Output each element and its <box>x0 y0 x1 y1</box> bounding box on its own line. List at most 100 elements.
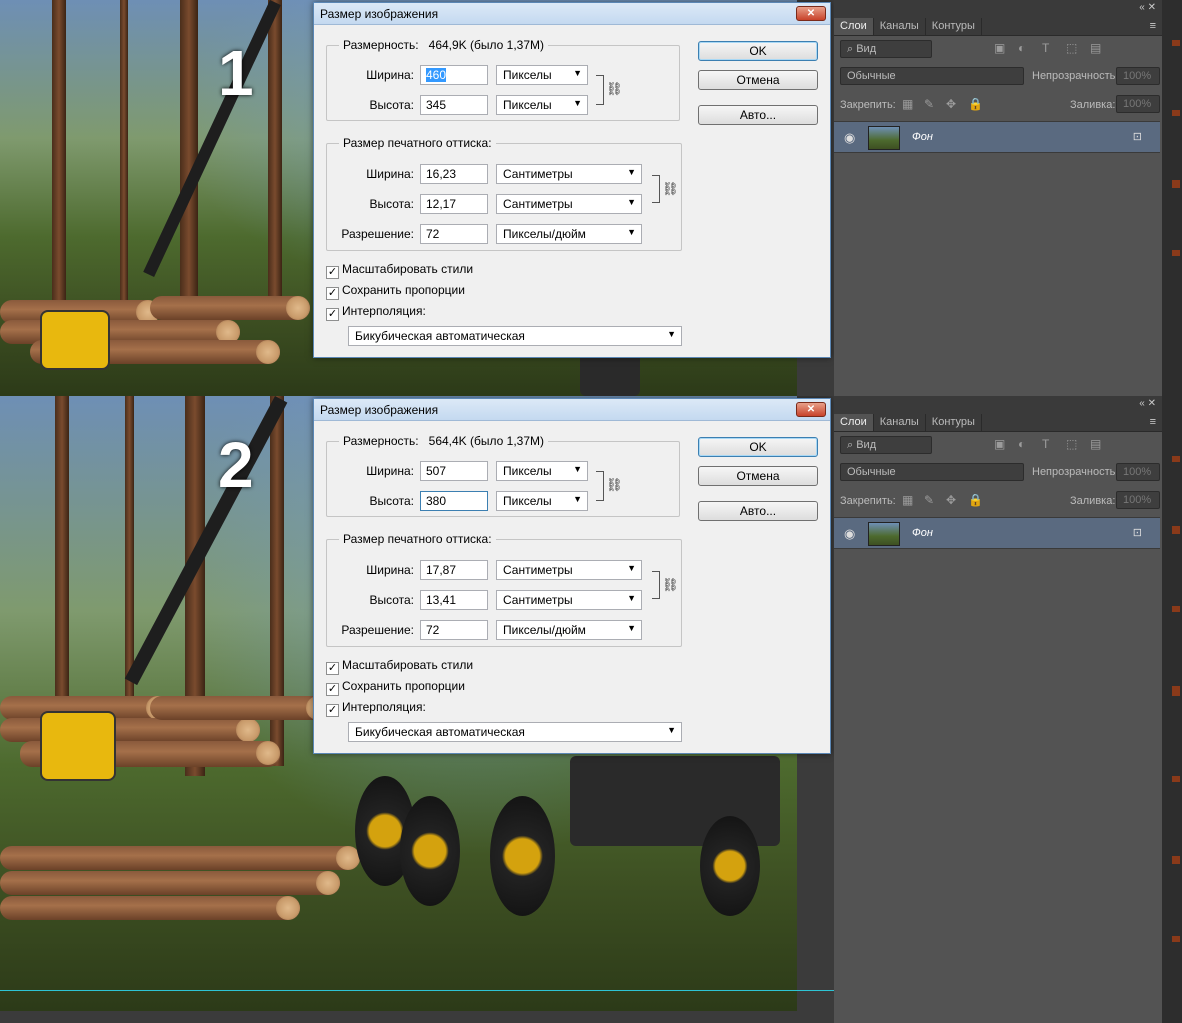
height-label: Высота: <box>369 494 414 508</box>
resolution-input[interactable]: 72 <box>420 620 488 640</box>
print-height-input[interactable]: 13,41 <box>420 590 488 610</box>
filter-type-icon[interactable]: T <box>1042 437 1049 451</box>
opacity-label: Непрозрачность: <box>1032 70 1119 82</box>
filter-pixel-icon[interactable]: ▣ <box>994 437 1005 451</box>
lock-all-icon[interactable]: 🔒 <box>968 97 983 111</box>
print-width-unit-select[interactable]: Сантиметры ▼ <box>496 560 642 580</box>
opacity-input[interactable]: 100% <box>1116 67 1160 85</box>
log <box>0 871 340 895</box>
lock-transparent-icon[interactable]: ▦ <box>902 97 913 111</box>
panel-header: « ✕ <box>834 0 1162 18</box>
ok-button[interactable]: OK <box>698 41 818 61</box>
width-input[interactable]: 507 <box>420 461 488 481</box>
print-width-input[interactable]: 16,23 <box>420 164 488 184</box>
filter-smart-object-icon[interactable]: ▤ <box>1090 41 1101 55</box>
chevron-down-icon: ▼ <box>573 494 582 504</box>
layer-name[interactable]: Фон <box>912 131 933 143</box>
ok-button[interactable]: OK <box>698 437 818 457</box>
resample-checkbox[interactable]: ✓ Интерполяция: <box>326 700 426 717</box>
print-height-unit-select[interactable]: Сантиметры ▼ <box>496 194 642 214</box>
width-unit-select[interactable]: Пикселы ▼ <box>496 65 588 85</box>
resample-checkbox[interactable]: ✓ Интерполяция: <box>326 304 426 321</box>
filter-adjustment-icon[interactable]: ◐ <box>1018 41 1025 55</box>
print-height-input[interactable]: 12,17 <box>420 194 488 214</box>
layer-row[interactable]: ◉ Фон ⊡ <box>834 121 1160 153</box>
resample-method-select[interactable]: Бикубическая автоматическая ▼ <box>348 722 682 742</box>
collapse-icon[interactable]: « <box>1139 2 1145 13</box>
height-input[interactable]: 345 <box>420 95 488 115</box>
height-unit-select[interactable]: Пикселы ▼ <box>496 95 588 115</box>
lock-move-icon[interactable]: ✥ <box>946 493 956 507</box>
close-button[interactable]: ✕ <box>796 6 826 21</box>
filter-smart-object-icon[interactable]: ▤ <box>1090 437 1101 451</box>
height-unit-select[interactable]: Пикселы ▼ <box>496 491 588 511</box>
print-height-unit-select[interactable]: Сантиметры ▼ <box>496 590 642 610</box>
layer-thumbnail <box>868 522 900 546</box>
scale-styles-checkbox[interactable]: ✓ Масштабировать стили <box>326 262 473 279</box>
panel-controls[interactable]: « ✕ <box>1139 2 1156 13</box>
blend-mode-select[interactable]: Обычные <box>840 67 1024 85</box>
resolution-input[interactable]: 72 <box>420 224 488 244</box>
lock-transparent-icon[interactable]: ▦ <box>902 493 913 507</box>
eye-icon[interactable]: ◉ <box>844 130 855 146</box>
chevron-down-icon: ▼ <box>627 593 636 603</box>
chevron-down-icon: ▼ <box>667 329 676 339</box>
chevron-down-icon: ▼ <box>627 623 636 633</box>
width-unit-select[interactable]: Пикселы ▼ <box>496 461 588 481</box>
width-input[interactable]: 460 <box>420 65 488 85</box>
filter-shape-icon[interactable]: ⬚ <box>1066 437 1077 451</box>
filter-pixel-icon[interactable]: ▣ <box>994 41 1005 55</box>
filter-adjustment-icon[interactable]: ◐ <box>1018 437 1025 451</box>
close-icon[interactable]: ✕ <box>1148 2 1156 13</box>
strip-mark <box>1172 180 1180 188</box>
close-button[interactable]: ✕ <box>796 402 826 417</box>
tab-paths[interactable]: Контуры <box>926 414 982 431</box>
resample-method-select[interactable]: Бикубическая автоматическая ▼ <box>348 326 682 346</box>
filter-shape-icon[interactable]: ⬚ <box>1066 41 1077 55</box>
cancel-button[interactable]: Отмена <box>698 70 818 90</box>
panel-menu-icon[interactable]: ≡ <box>1150 20 1156 32</box>
eye-icon[interactable]: ◉ <box>844 526 855 542</box>
filter-kind-select[interactable]: ⌕ Вид <box>840 40 932 58</box>
print-width-input[interactable]: 17,87 <box>420 560 488 580</box>
panel-menu-icon[interactable]: ≡ <box>1150 416 1156 428</box>
link-bracket <box>596 75 604 105</box>
fill-input[interactable]: 100% <box>1116 95 1160 113</box>
resolution-unit-select[interactable]: Пикселы/дюйм ▼ <box>496 224 642 244</box>
print-width-unit-select[interactable]: Сантиметры ▼ <box>496 164 642 184</box>
resolution-unit-select[interactable]: Пикселы/дюйм ▼ <box>496 620 642 640</box>
opacity-input[interactable]: 100% <box>1116 463 1160 481</box>
close-icon[interactable]: ✕ <box>1148 398 1156 409</box>
layer-name[interactable]: Фон <box>912 527 933 539</box>
tab-channels[interactable]: Каналы <box>874 18 926 35</box>
filter-type-icon[interactable]: T <box>1042 41 1049 55</box>
constrain-proportions-checkbox[interactable]: ✓ Сохранить пропорции <box>326 679 465 696</box>
tab-layers[interactable]: Слои <box>834 18 874 35</box>
print-width-label: Ширина: <box>366 563 414 577</box>
fill-input[interactable]: 100% <box>1116 491 1160 509</box>
auto-button[interactable]: Авто... <box>698 501 818 521</box>
auto-button[interactable]: Авто... <box>698 105 818 125</box>
checkbox-checked-icon: ✓ <box>326 683 339 696</box>
height-input[interactable]: 380 <box>420 491 488 511</box>
fill-label: Заливка: <box>1070 99 1116 111</box>
cancel-button[interactable]: Отмена <box>698 466 818 486</box>
layer-row[interactable]: ◉ Фон ⊡ <box>834 517 1160 549</box>
collapse-icon[interactable]: « <box>1139 398 1145 409</box>
step-number: 2 <box>218 429 254 501</box>
panel-controls[interactable]: « ✕ <box>1139 398 1156 409</box>
tab-channels[interactable]: Каналы <box>874 414 926 431</box>
blend-mode-select[interactable]: Обычные <box>840 463 1024 481</box>
filter-kind-select[interactable]: ⌕ Вид <box>840 436 932 454</box>
scale-styles-checkbox[interactable]: ✓ Масштабировать стили <box>326 658 473 675</box>
constrain-proportions-checkbox[interactable]: ✓ Сохранить пропорции <box>326 283 465 300</box>
lock-brush-icon[interactable]: ✎ <box>924 97 934 111</box>
tab-paths[interactable]: Контуры <box>926 18 982 35</box>
pixel-dims-label: Размерность: 564,4K (было 1,37M) <box>339 434 549 448</box>
lock-move-icon[interactable]: ✥ <box>946 97 956 111</box>
tab-layers[interactable]: Слои <box>834 414 874 431</box>
layers-panel: « ✕ Слои Каналы Контуры ≡ ⌕ Вид ▣ ◐ T ⬚ … <box>834 0 1182 396</box>
lock-brush-icon[interactable]: ✎ <box>924 493 934 507</box>
resolution-label: Разрешение: <box>341 227 414 241</box>
lock-all-icon[interactable]: 🔒 <box>968 493 983 507</box>
